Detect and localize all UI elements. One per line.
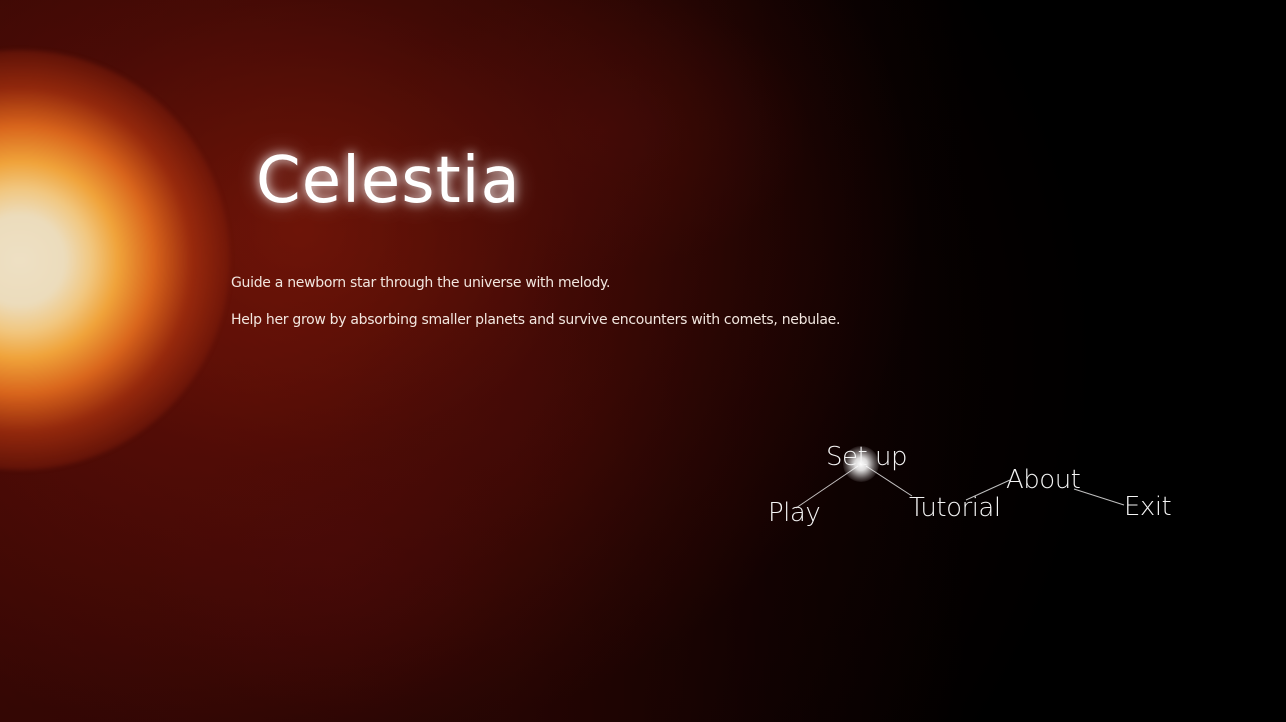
menu-tutorial-button[interactable]: Tutorial [909,493,1001,523]
menu-play-button[interactable]: Play [768,498,821,528]
menu-setup-button[interactable]: Set up [826,442,907,472]
main-menu-screen: Celestia Guide a newborn star through th… [0,0,1286,722]
menu-exit-button[interactable]: Exit [1124,492,1172,522]
menu-about-button[interactable]: About [1006,465,1081,495]
description-line-1: Guide a newborn star through the univers… [231,275,611,291]
game-title: Celestia [256,144,521,218]
description-line-2: Help her grow by absorbing smaller plane… [231,312,841,328]
